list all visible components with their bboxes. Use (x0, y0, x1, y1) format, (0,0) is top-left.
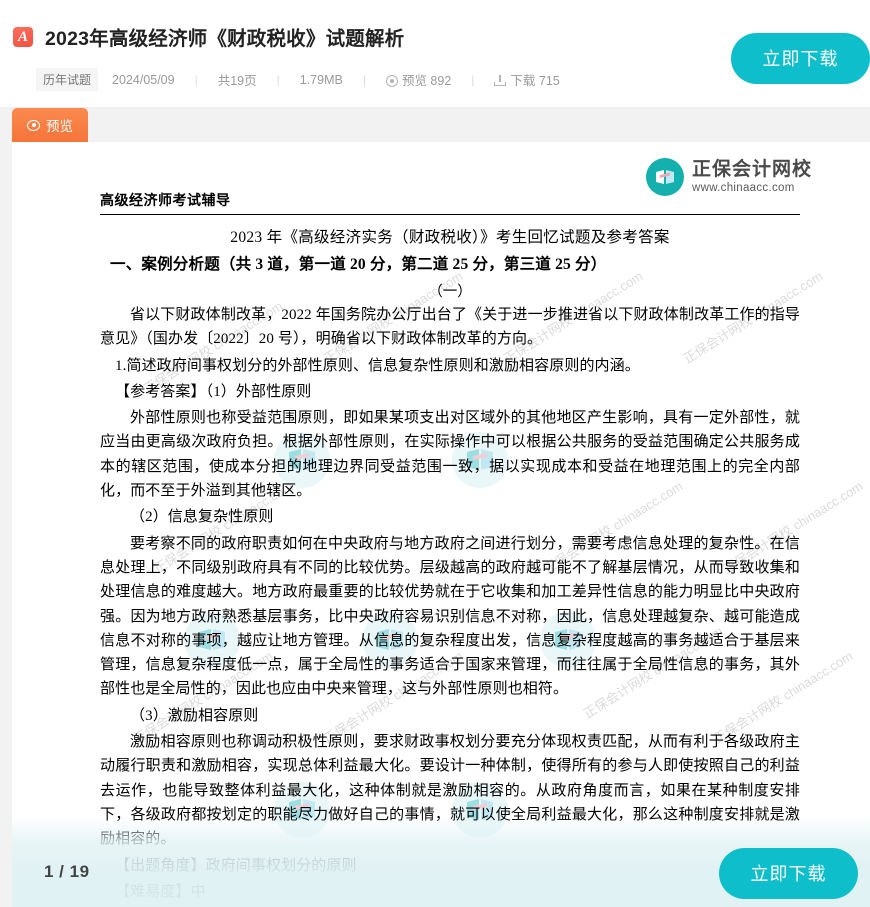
document-subsection: （一） (428, 284, 472, 300)
tab-bar: 预览 (0, 108, 870, 142)
document-text-body: 高级经济师考试辅导 2023 年《高级经济实务（财政税收）》考生回忆试题及参考答… (100, 190, 800, 907)
meta-separator: | (471, 72, 475, 87)
eye-icon (385, 75, 398, 87)
tab-preview-label: 预览 (46, 119, 73, 134)
download-count: 下载 715 (494, 70, 560, 89)
page-root: A 2023年高级经济师《财政税收》试题解析 历年试题 2024/05/09 |… (0, 0, 870, 907)
paragraph: 【参考答案】（1）外部性原则 (115, 383, 312, 400)
download-button-top[interactable]: 立即下载 (731, 33, 870, 84)
running-head: 高级经济师考试辅导 (100, 190, 800, 215)
meta-separator: | (276, 72, 280, 87)
paragraph: 【出题角度】政府间事权划分的原则 (115, 857, 357, 874)
download-count-label: 下载 715 (510, 74, 560, 88)
preview-count: 预览 892 (385, 70, 452, 89)
preview-count-label: 预览 892 (401, 74, 452, 88)
paragraph: 【难易度】中 (115, 883, 206, 900)
document-viewer[interactable]: 正保会计网校 chinaacc.com 正保会计网校 chinaacc.com … (12, 142, 870, 907)
download-button-floating[interactable]: 立即下载 (719, 848, 858, 899)
brand-text: 正保会计网校 www.chinaacc.com (692, 160, 812, 194)
category-tag[interactable]: 历年试题 (36, 68, 99, 91)
paragraph: 1.简述政府间事权划分的外部性原则、信息复杂性原则和激励相容原则的内涵。 (115, 357, 640, 374)
brand-name: 正保会计网校 (691, 159, 812, 180)
tab-preview[interactable]: 预览 (12, 108, 88, 142)
paragraph: （2）信息复杂性原则 (130, 509, 274, 526)
pdf-icon: A (12, 25, 34, 49)
paragraph: 激励相容原则也称调动积极性原则，要求财政事权划分要充分体现权责匹配，从而有利于各… (100, 734, 800, 848)
paragraph: 省以下财政体制改革，2022 年国务院办公厅出台了《关于进一步推进省以下财政体制… (100, 307, 800, 348)
upload-date: 2024/05/09 (112, 72, 175, 87)
pdf-page-1: 正保会计网校 chinaacc.com 正保会计网校 chinaacc.com … (12, 142, 870, 907)
page-indicator: 1 / 19 (44, 862, 90, 881)
meta-separator: | (194, 72, 198, 87)
document-title: 2023 年《高级经济实务（财政税收）》考生回忆试题及参考答案 (230, 229, 670, 246)
download-icon (494, 75, 507, 87)
page-title: 2023年高级经济师《财政税收》试题解析 (45, 28, 405, 50)
document-header: A 2023年高级经济师《财政税收》试题解析 历年试题 2024/05/09 |… (0, 0, 870, 108)
meta-separator: | (362, 72, 366, 87)
file-size: 1.79MB (299, 72, 343, 87)
paragraph: 外部性原则也称受益范围原则，即如果某项支出对区域外的其他地区产生影响，具有一定外… (100, 410, 800, 500)
page-count: 共19页 (217, 74, 257, 88)
paragraph: 要考察不同的政府职责如何在中央政府与地方政府之间进行划分，需要考虑信息处理的复杂… (100, 535, 800, 698)
eye-icon (27, 119, 40, 131)
paragraph: （3）激励相容原则 (130, 707, 259, 724)
document-section-heading: 一、案例分析题（共 3 道，第一道 20 分，第二道 25 分，第三道 25 分… (110, 256, 607, 273)
